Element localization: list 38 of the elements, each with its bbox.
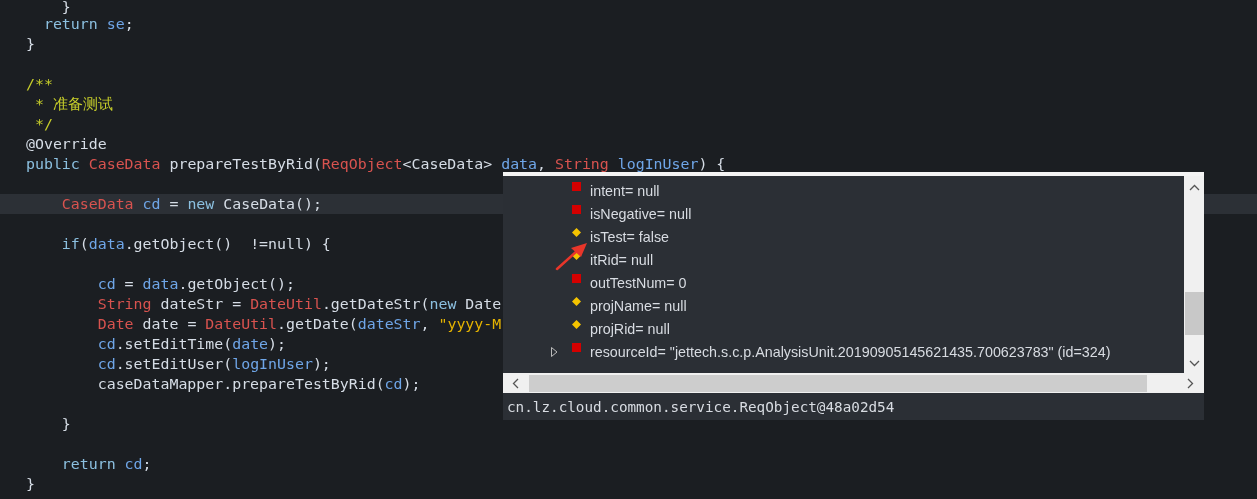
variable-field[interactable]: projRid= null xyxy=(590,320,670,337)
code-line: caseDataMapper.prepareTestByRid(cd); xyxy=(96,374,421,394)
annotation-arrow xyxy=(555,241,589,271)
scrollbar-thumb[interactable] xyxy=(1184,292,1204,335)
code-line: String dateStr = DateUtil.getDateStr(new Date xyxy=(96,294,502,314)
code-line: cd.setEditUser(logInUser); xyxy=(96,354,331,374)
code-line: cd = data.getObject(); xyxy=(96,274,295,294)
code-line: */ xyxy=(33,114,53,134)
code-line: } xyxy=(60,0,71,14)
code-line: CaseData cd = new CaseData(); xyxy=(60,194,322,214)
code-line: if(data.getObject() !=null) { xyxy=(60,234,331,254)
code-line: /** xyxy=(26,74,53,94)
code-line: } xyxy=(60,414,71,434)
variable-field[interactable]: itRid= null xyxy=(590,251,654,268)
variable-field[interactable]: intent= null xyxy=(590,182,660,199)
scroll-left-icon[interactable] xyxy=(512,377,519,389)
code-line: public CaseData prepareTestByRid(ReqObject<CaseData> data, String logInUser) { xyxy=(26,154,726,174)
scroll-up-icon[interactable] xyxy=(1188,184,1200,191)
code-line: return se; xyxy=(42,14,134,34)
code-line: @Override xyxy=(26,134,107,154)
code-line: cd.setEditTime(date); xyxy=(96,334,286,354)
code-line: Date date = DateUtil.getDate(dateStr, "yyyy-M xyxy=(96,314,502,334)
code-line: } xyxy=(26,34,35,54)
variable-field[interactable]: isNegative= null xyxy=(590,205,692,222)
variable-field[interactable]: isTest= false xyxy=(590,228,670,245)
code-line: return cd; xyxy=(60,454,152,474)
vertical-scrollbar[interactable] xyxy=(1184,176,1204,373)
detail-text: cn.lz.cloud.common.service.ReqObject@48a02d54 xyxy=(506,398,896,417)
variable-field[interactable]: outTestNum= 0 xyxy=(590,274,687,291)
expand-arrow-icon[interactable] xyxy=(551,346,558,357)
variable-field[interactable]: resourceId= "jettech.s.c.p.AnalysisUnit.20190905145621435.700623783" (id=324) xyxy=(590,343,1111,360)
scroll-down-icon[interactable] xyxy=(1188,360,1200,367)
code-line: } xyxy=(26,474,35,494)
scrollbar-thumb[interactable] xyxy=(529,374,1147,392)
variable-field[interactable]: projName= null xyxy=(590,297,687,314)
horizontal-scrollbar[interactable] xyxy=(503,373,1204,393)
code-line: * 准备测试 xyxy=(33,94,113,114)
scroll-right-icon[interactable] xyxy=(1187,377,1194,389)
